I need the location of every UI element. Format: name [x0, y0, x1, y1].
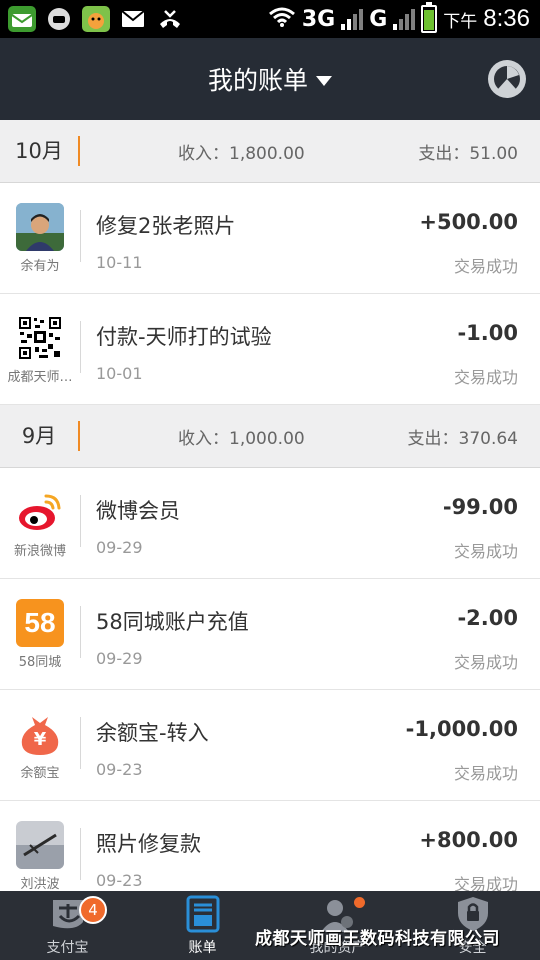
bill-amount: +500.00	[419, 210, 518, 234]
signal-strength-icon-2	[393, 8, 416, 30]
bill-date: 10-11	[96, 253, 143, 272]
tab-alipay[interactable]: 4 支付宝	[0, 891, 135, 960]
bill-title: 微博会员	[96, 499, 180, 523]
counterparty-name: 余有为	[20, 258, 60, 274]
missed-call-icon	[156, 6, 184, 32]
58-logo-text: 58	[24, 606, 56, 638]
bill-row[interactable]: ¥ 余额宝 余额宝-转入 09-23 -1,000.00 交易成功	[0, 690, 540, 801]
divider	[80, 606, 81, 658]
avatar	[16, 820, 64, 869]
chat-notification-icon	[45, 6, 73, 32]
bill-amount: -1.00	[457, 321, 518, 345]
tab-label: 支付宝	[46, 940, 89, 956]
wifi-icon	[268, 6, 296, 32]
bill-status: 交易成功	[453, 368, 518, 387]
tab-bill[interactable]: 账单	[135, 891, 270, 960]
counterparty-name: 新浪微博	[13, 543, 66, 559]
bill-amount: -1,000.00	[405, 717, 518, 741]
mail-notification-icon	[8, 6, 36, 32]
bill-amount: -99.00	[442, 495, 518, 519]
bill-status: 交易成功	[453, 653, 518, 672]
bill-title: 余额宝-转入	[96, 721, 209, 745]
bill-status: 交易成功	[453, 875, 518, 891]
weibo-logo-icon	[16, 488, 64, 536]
divider	[80, 717, 81, 769]
status-ampm: 下午	[443, 11, 478, 32]
envelope-icon	[119, 6, 147, 32]
avatar	[16, 202, 64, 251]
month-income: 收入：1,000.00	[178, 428, 305, 449]
bill-list[interactable]: 10月 收入：1,800.00 支出：51.00 余有为 修复2张老照片 10-…	[0, 120, 540, 891]
month-header-oct: 10月 收入：1,800.00 支出：51.00	[0, 120, 540, 183]
bill-date: 09-23	[96, 760, 143, 779]
bill-row[interactable]: 58 58同城 58同城账户充值 09-29 -2.00 交易成功	[0, 579, 540, 690]
bill-title: 修复2张老照片	[96, 214, 236, 238]
month-label: 9月	[0, 421, 80, 451]
tab-label: 账单	[188, 940, 217, 956]
qr-code-icon	[16, 314, 64, 362]
app-notification-icon	[82, 6, 110, 32]
58-logo-icon: 58	[16, 598, 64, 647]
divider	[80, 828, 81, 880]
bill-icon	[184, 895, 222, 933]
page-title: 我的账单	[207, 66, 308, 95]
counterparty-name: 58同城	[18, 654, 62, 670]
network-type-label: 3G	[301, 6, 336, 32]
bill-row[interactable]: 成都天师… 付款-天师打的试验 10-01 -1.00 交易成功	[0, 294, 540, 405]
divider	[80, 210, 81, 262]
month-expense: 支出：51.00	[418, 143, 518, 164]
bill-amount: -2.00	[457, 606, 518, 630]
bill-filter-dropdown[interactable]: 我的账单	[208, 61, 332, 97]
new-indicator-dot	[354, 897, 365, 908]
bill-row[interactable]: 刘洪波 照片修复款 09-23 +800.00 交易成功	[0, 801, 540, 891]
bill-amount: +800.00	[419, 828, 518, 852]
pie-chart-icon	[494, 66, 520, 93]
bill-date: 09-29	[96, 649, 143, 668]
bill-title: 照片修复款	[96, 832, 201, 856]
app-header: 我的账单	[0, 38, 540, 120]
month-header-sep: 9月 收入：1,000.00 支出：370.64	[0, 405, 540, 468]
status-time: 8:36	[483, 5, 530, 32]
month-expense: 支出：370.64	[407, 428, 518, 449]
counterparty-name: 余额宝	[20, 765, 60, 781]
signal-strength-icon	[341, 8, 364, 30]
month-income: 收入：1,800.00	[178, 143, 305, 164]
bill-row[interactable]: 余有为 修复2张老照片 10-11 +500.00 交易成功	[0, 183, 540, 294]
bill-date: 09-23	[96, 871, 143, 890]
bill-date: 10-01	[96, 364, 143, 383]
status-bar: 3G G 下午 8:36	[0, 0, 540, 38]
yuebao-logo-icon: ¥	[16, 710, 64, 758]
network-type-label-2: G	[369, 6, 388, 32]
bill-status: 交易成功	[453, 542, 518, 561]
counterparty-name: 成都天师…	[7, 369, 73, 385]
divider	[80, 495, 81, 547]
bill-row[interactable]: 新浪微博 微博会员 09-29 -99.00 交易成功	[0, 468, 540, 579]
month-label: 10月	[0, 136, 80, 166]
chevron-down-icon	[316, 75, 332, 86]
battery-icon	[421, 2, 438, 33]
bill-title: 付款-天师打的试验	[96, 325, 272, 349]
yuebao-logo-text: ¥	[33, 729, 47, 750]
counterparty-name: 刘洪波	[20, 876, 60, 892]
bill-status: 交易成功	[453, 257, 518, 276]
divider	[80, 321, 81, 373]
statistics-button[interactable]	[488, 60, 526, 98]
bill-title: 58同城账户充值	[96, 610, 249, 634]
bill-status: 交易成功	[453, 764, 518, 783]
watermark-text: 成都天师画王数码科技有限公司	[255, 929, 500, 949]
notification-badge: 4	[79, 896, 107, 924]
bill-date: 09-29	[96, 538, 143, 557]
